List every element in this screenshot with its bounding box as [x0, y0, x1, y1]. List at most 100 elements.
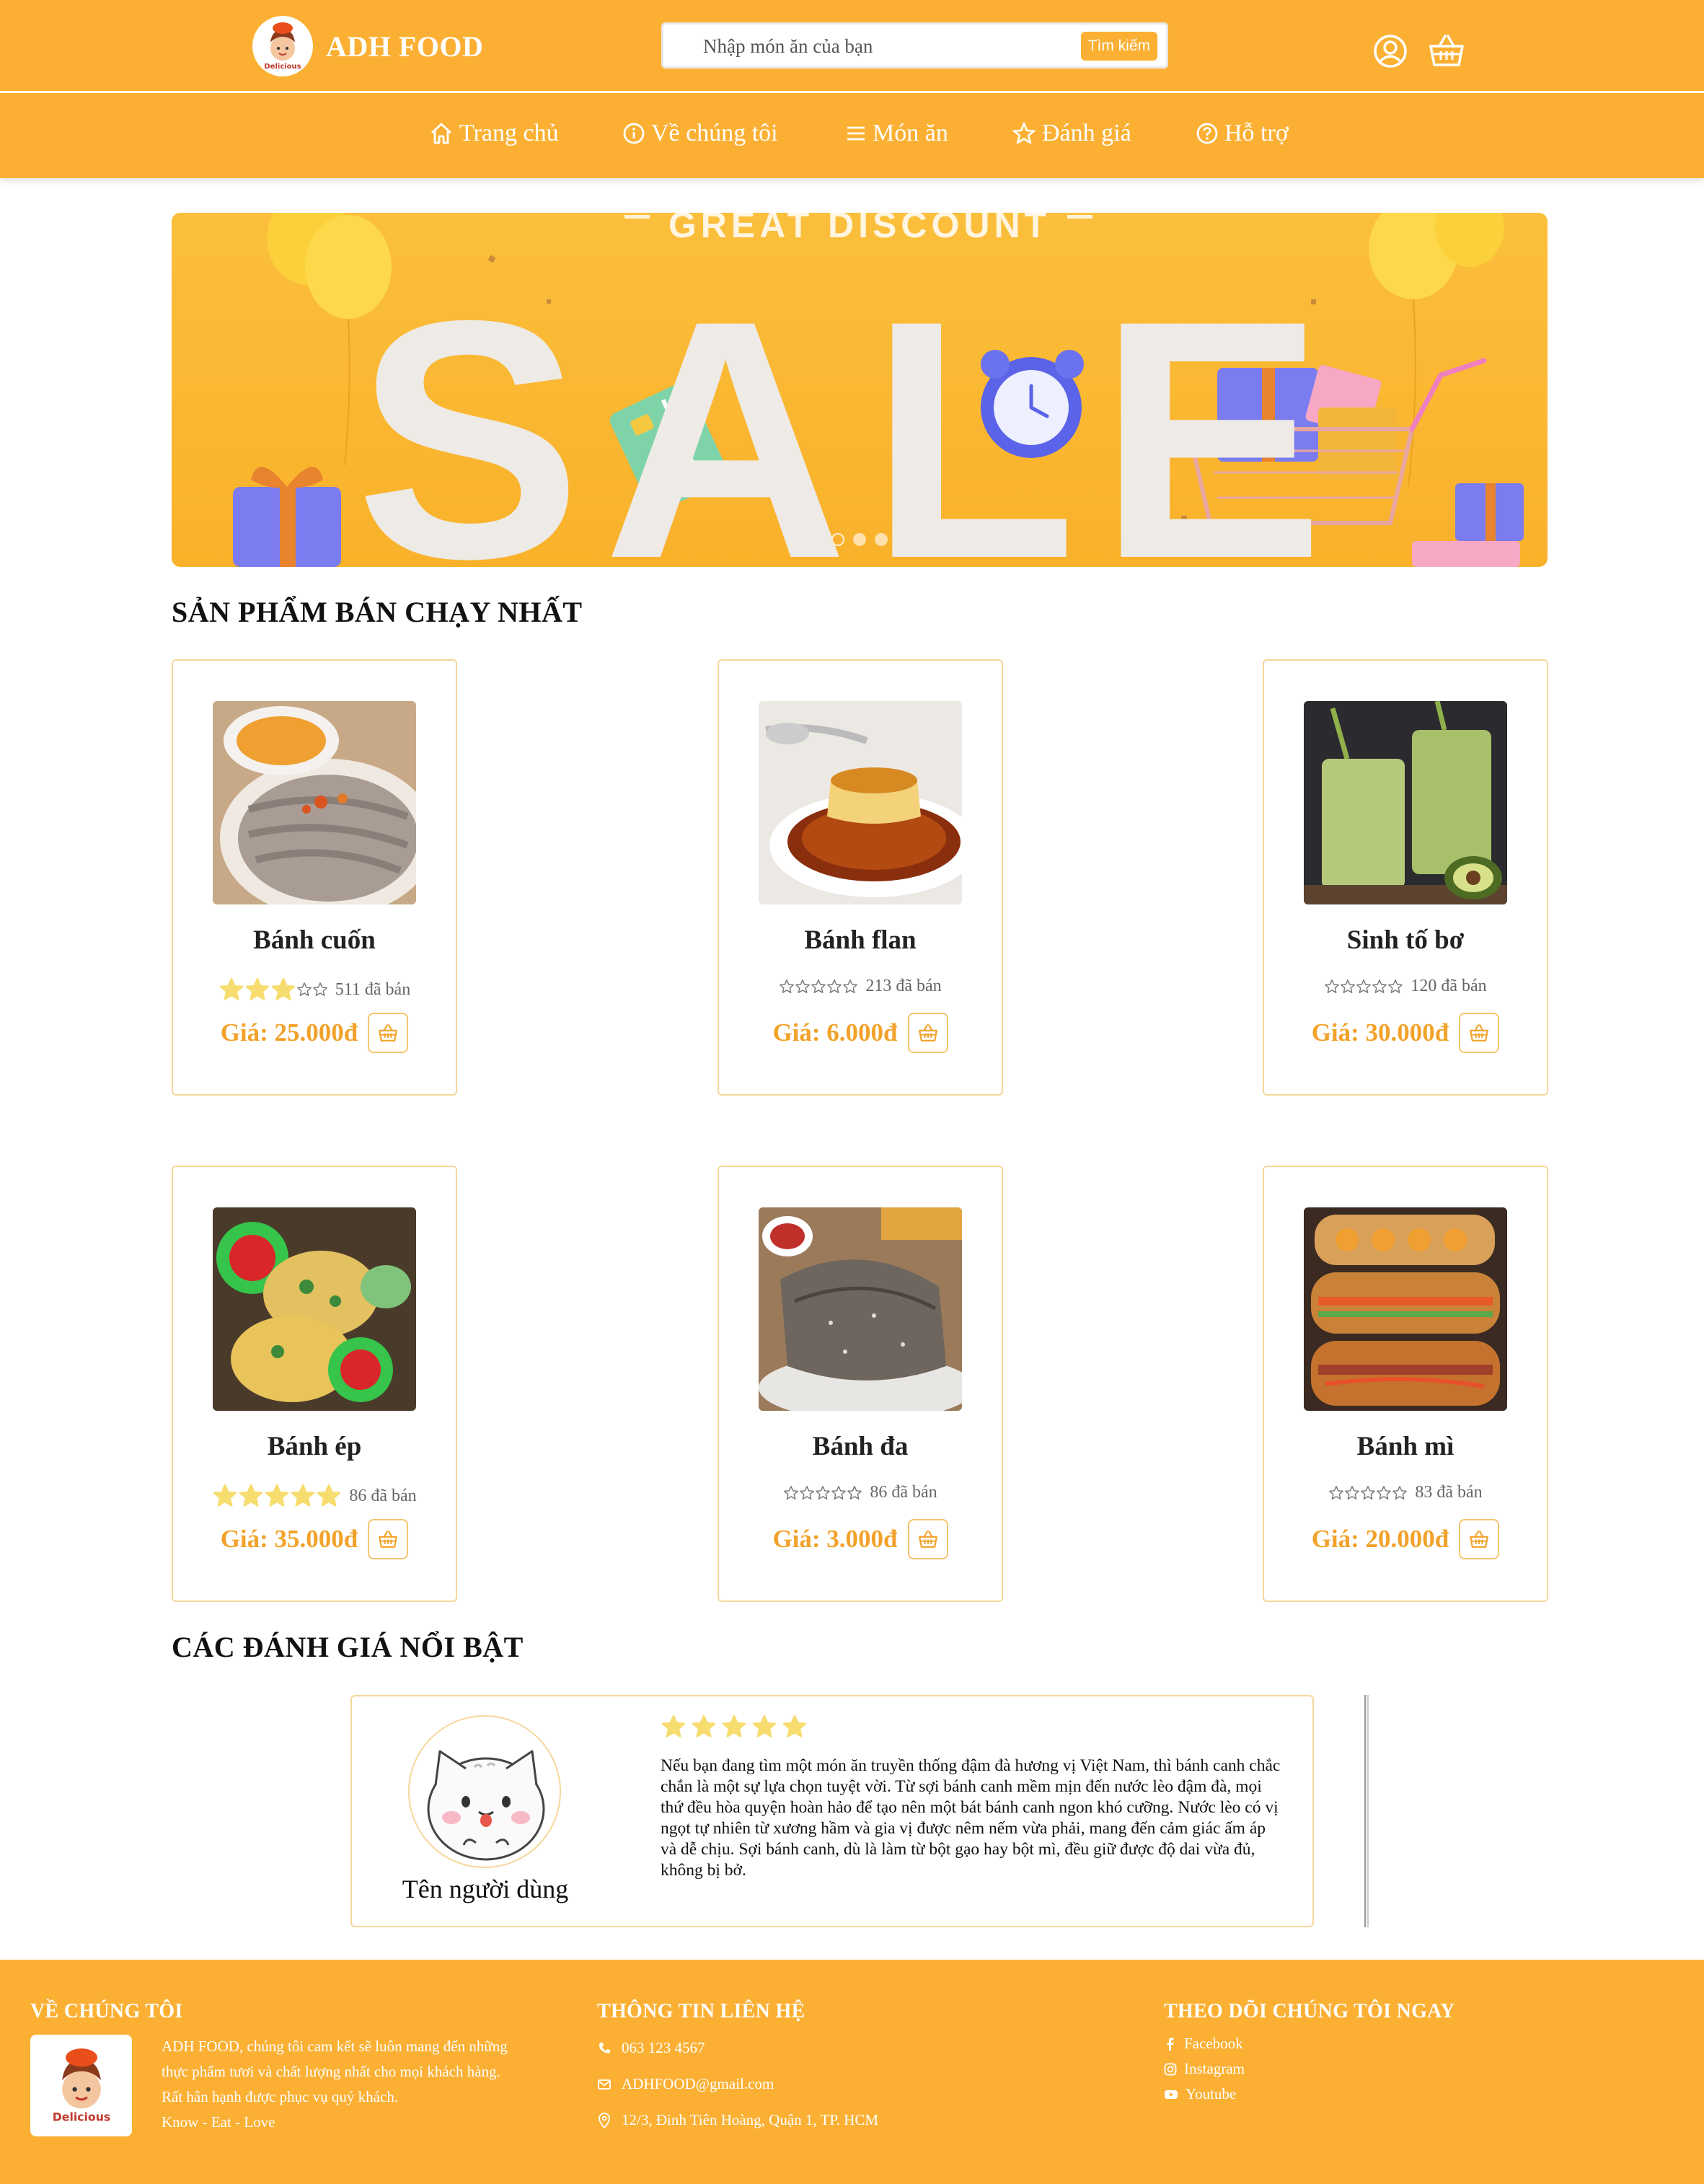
star-filled-icon — [245, 977, 269, 1000]
sold-count: 83 đã bán — [1415, 1483, 1483, 1502]
main-nav: Trang chủ Về chúng tôi Món ăn Đánh giá H… — [0, 93, 1704, 178]
footer-address: 12/3, Đinh Tiên Hoàng, Quận 1, TP. HCM — [597, 2111, 878, 2129]
carousel-dot[interactable] — [831, 533, 844, 546]
sold-count: 86 đã bán — [870, 1483, 937, 1502]
star-empty-icon — [1345, 1485, 1360, 1500]
product-card[interactable]: Bánh ép 86 đã bán Giá: 35.000đ — [172, 1166, 457, 1602]
site-logo[interactable]: Delicious ADH FOOD — [252, 16, 483, 76]
product-name[interactable]: Bánh đa — [719, 1431, 1002, 1462]
product-rating: 511 đã bán — [173, 977, 456, 1003]
star-icon — [1012, 122, 1036, 144]
product-image[interactable] — [213, 1207, 416, 1411]
search-input[interactable] — [703, 33, 1064, 59]
product-card[interactable]: Sinh tố bơ 120 đã bán Giá: 30.000đ — [1263, 659, 1548, 1096]
footer: VỀ CHÚNG TÔI Delicious ADH FOOD, chúng t… — [0, 1960, 1704, 2184]
star-filled-icon — [722, 1714, 746, 1738]
star-filled-icon — [752, 1714, 777, 1738]
star-filled-icon — [219, 977, 243, 1000]
carousel-dots — [831, 533, 888, 546]
reviewer-avatar — [408, 1715, 561, 1868]
footer-social-title: THEO DÕI CHÚNG TÔI NGAY — [1164, 2000, 1455, 2022]
help-icon — [1196, 123, 1218, 144]
star-filled-icon — [317, 1484, 341, 1507]
product-image[interactable] — [213, 701, 416, 904]
add-to-cart-button[interactable] — [907, 1013, 948, 1053]
product-price: Giá: 25.000đ — [220, 1018, 358, 1047]
chef-logo-icon: Delicious — [252, 16, 313, 76]
star-filled-icon — [271, 977, 295, 1000]
carousel-dot[interactable] — [853, 533, 866, 546]
add-to-cart-button[interactable] — [368, 1519, 409, 1559]
product-card[interactable]: Bánh flan 213 đã bán Giá: 6.000đ — [718, 659, 1003, 1096]
product-name[interactable]: Bánh ép — [173, 1431, 456, 1462]
footer-about-title: VỀ CHÚNG TÔI — [30, 2000, 183, 2022]
star-empty-icon — [847, 1485, 862, 1500]
search-button[interactable]: Tìm kiếm — [1080, 32, 1157, 61]
price-row: Giá: 20.000đ — [1264, 1519, 1547, 1559]
instagram-icon — [1164, 2063, 1177, 2075]
product-name[interactable]: Bánh flan — [719, 925, 1002, 956]
star-empty-icon — [296, 982, 312, 996]
nav-label-home: Trang chủ — [459, 120, 559, 146]
social-instagram-link[interactable]: Instagram — [1164, 2060, 1245, 2078]
star-filled-icon — [692, 1714, 716, 1738]
nav-item-menu[interactable]: Món ăn — [845, 112, 948, 155]
star-empty-icon — [827, 979, 842, 993]
product-name[interactable]: Sinh tố bơ — [1264, 925, 1547, 956]
product-price: Giá: 20.000đ — [1311, 1525, 1449, 1553]
star-empty-icon — [1341, 979, 1356, 993]
footer-phone[interactable]: 063 123 4567 — [597, 2039, 705, 2057]
footer-about-line: thực phẩm tươi và chất lượng nhất cho mọ… — [162, 2063, 500, 2080]
add-to-cart-button[interactable] — [368, 1013, 409, 1053]
social-youtube-link[interactable]: Youtube — [1164, 2085, 1236, 2103]
product-card[interactable]: Bánh mì 83 đã bán Giá: 20.000đ — [1263, 1166, 1548, 1602]
social-facebook-link[interactable]: Facebook — [1164, 2035, 1243, 2053]
promo-banner[interactable]: GREAT DISCOUNT SALE — [172, 213, 1548, 567]
add-to-cart-button[interactable] — [1459, 1519, 1500, 1559]
footer-contact-title: THÔNG TIN LIÊN HỆ — [597, 2000, 805, 2022]
add-to-cart-button[interactable] — [907, 1519, 948, 1559]
star-empty-icon — [1325, 979, 1340, 993]
nav-label-support: Hỗ trợ — [1224, 120, 1289, 146]
nav-item-reviews[interactable]: Đánh giá — [1012, 112, 1131, 155]
rating-stars — [1328, 1485, 1408, 1501]
star-filled-icon — [265, 1484, 289, 1507]
star-filled-icon — [291, 1484, 315, 1507]
product-price: Giá: 3.000đ — [772, 1525, 898, 1553]
nav-item-support[interactable]: Hỗ trợ — [1196, 112, 1289, 155]
price-row: Giá: 30.000đ — [1264, 1013, 1547, 1053]
footer-slogan: Know - Eat - Love — [162, 2113, 275, 2131]
price-row: Giá: 25.000đ — [173, 1013, 456, 1053]
product-image[interactable] — [759, 701, 962, 904]
product-image[interactable] — [759, 1207, 962, 1411]
add-to-cart-button[interactable] — [1459, 1013, 1500, 1053]
footer-email[interactable]: ADHFOOD@gmail.com — [597, 2075, 774, 2093]
product-name[interactable]: Bánh mì — [1264, 1431, 1547, 1462]
banner-sale-text: SALE — [356, 250, 1346, 568]
banner-headline: GREAT DISCOUNT — [668, 213, 1051, 245]
carousel-dot[interactable] — [875, 533, 888, 546]
product-image[interactable] — [1304, 701, 1507, 904]
product-name[interactable]: Bánh cuốn — [173, 925, 456, 956]
star-empty-icon — [312, 982, 327, 996]
footer-email-text: ADHFOOD@gmail.com — [622, 2075, 774, 2092]
reviews-title: CÁC ĐÁNH GIÁ NỔI BẬT — [172, 1631, 524, 1663]
menu-icon — [847, 126, 865, 141]
product-image[interactable] — [1304, 1207, 1507, 1411]
nav-item-about[interactable]: Về chúng tôi — [622, 112, 778, 155]
rating-stars — [212, 1483, 342, 1509]
social-youtube-label: Youtube — [1186, 2085, 1237, 2102]
rating-stars — [779, 979, 858, 995]
review-scrollbar[interactable] — [1364, 1695, 1369, 1927]
shopping-basket-icon[interactable] — [1428, 32, 1465, 69]
product-card[interactable]: Bánh đa 86 đã bán Giá: 3.000đ — [718, 1166, 1003, 1602]
svg-text:Delicious: Delicious — [52, 2110, 110, 2123]
star-filled-icon — [213, 1484, 237, 1507]
footer-phone-text: 063 123 4567 — [622, 2039, 705, 2056]
nav-item-home[interactable]: Trang chủ — [429, 112, 559, 155]
nav-label-menu: Món ăn — [873, 120, 948, 146]
nav-label-about: Về chúng tôi — [651, 120, 778, 146]
user-icon[interactable] — [1372, 33, 1408, 69]
star-empty-icon — [1372, 979, 1387, 993]
product-card[interactable]: Bánh cuốn 511 đã bán Giá: 25.000đ — [172, 659, 457, 1096]
